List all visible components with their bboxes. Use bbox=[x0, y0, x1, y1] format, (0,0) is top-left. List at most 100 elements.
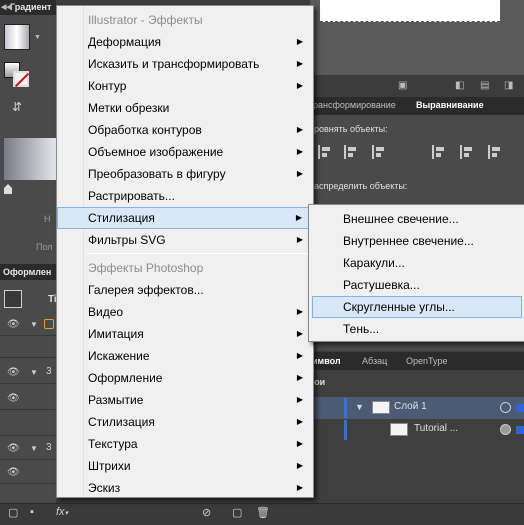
menu-item-photoshop-9[interactable]: Эскиз ▶ bbox=[57, 477, 313, 499]
align-middle-icon[interactable] bbox=[460, 145, 474, 159]
menu-item-illustrator-1[interactable]: Исказить и трансформировать ▶ bbox=[57, 53, 313, 75]
duplicate-icon[interactable]: ▪ bbox=[30, 506, 34, 518]
menu-item-photoshop-1[interactable]: Видео ▶ bbox=[57, 301, 313, 323]
layer-row[interactable]: 👁 ▼ 3 bbox=[0, 438, 56, 460]
eye-icon[interactable]: 👁 bbox=[7, 467, 20, 478]
target-circle-icon[interactable] bbox=[500, 402, 511, 413]
menu-item-photoshop-8[interactable]: Штрихи ▶ bbox=[57, 455, 313, 477]
illustrator-effects-header: Illustrator - Эффекты bbox=[88, 13, 203, 27]
menu-item-illustrator-4[interactable]: Обработка контуров ▶ bbox=[57, 119, 313, 141]
submenu-arrow-icon: ▶ bbox=[296, 417, 303, 426]
expand-triangle-icon[interactable]: ▼ bbox=[30, 368, 38, 377]
gradient-swatch[interactable] bbox=[4, 24, 30, 50]
layer-row[interactable]: 👁 ▼ bbox=[0, 314, 56, 336]
submenu-item-3[interactable]: Растушевка... bbox=[309, 274, 524, 296]
photoshop-effects-header: Эффекты Photoshop bbox=[88, 261, 204, 275]
menu-item-illustrator-8[interactable]: Стилизация ▶ bbox=[57, 207, 313, 229]
panel-icon[interactable]: ◧ bbox=[455, 80, 464, 91]
layer-name[interactable]: Слой 1 bbox=[394, 401, 427, 412]
align-right-icon[interactable] bbox=[372, 145, 386, 159]
submenu-item-1[interactable]: Внутреннее свечение... bbox=[309, 230, 524, 252]
appearance-panel-header[interactable]: Оформлен bbox=[0, 264, 56, 280]
clear-icon[interactable]: ⊘ bbox=[202, 506, 211, 519]
selection-indicator[interactable] bbox=[516, 426, 524, 434]
artboard[interactable] bbox=[320, 0, 500, 22]
eye-icon[interactable]: 👁 bbox=[7, 319, 20, 330]
align-bottom-icon[interactable] bbox=[488, 145, 502, 159]
menu-item-illustrator-3[interactable]: Метки обрезки bbox=[57, 97, 313, 119]
fx-icon[interactable]: fx▾ bbox=[56, 506, 68, 518]
panel-icon[interactable]: ▤ bbox=[480, 80, 489, 91]
expand-triangle-icon[interactable]: ▼ bbox=[355, 402, 364, 412]
layer-thumbnail[interactable] bbox=[4, 290, 22, 308]
selection-indicator[interactable] bbox=[516, 404, 524, 412]
tab-paragraph[interactable]: Абзац bbox=[362, 356, 387, 366]
layer-row[interactable] bbox=[0, 414, 56, 436]
target-circle-icon[interactable] bbox=[500, 424, 511, 435]
menu-item-label: Штрихи bbox=[88, 459, 131, 473]
eye-icon[interactable]: 👁 bbox=[7, 443, 20, 454]
align-top-icon[interactable] bbox=[432, 145, 446, 159]
layer-row[interactable] bbox=[0, 336, 56, 358]
swap-icon[interactable]: ⇵ bbox=[12, 100, 22, 114]
tab-align[interactable]: Выравнивание bbox=[416, 100, 484, 110]
layer-color-bar bbox=[344, 420, 347, 440]
menu-item-photoshop-0[interactable]: Галерея эффектов... bbox=[57, 279, 313, 301]
chevron-down-icon[interactable]: ▼ bbox=[34, 34, 41, 41]
menu-item-photoshop-4[interactable]: Оформление ▶ bbox=[57, 367, 313, 389]
expand-triangle-icon[interactable]: ▼ bbox=[30, 444, 38, 453]
menu-item-photoshop-5[interactable]: Размытие ▶ bbox=[57, 389, 313, 411]
new-layer-icon[interactable]: ▢ bbox=[8, 506, 18, 519]
menu-item-label: Исказить и трансформировать bbox=[88, 57, 260, 71]
submenu-item-0[interactable]: Внешнее свечение... bbox=[309, 208, 524, 230]
menu-item-label: Объемное изображение bbox=[88, 145, 224, 159]
menu-item-label: Контур bbox=[88, 79, 127, 93]
menu-item-label: Размытие bbox=[88, 393, 144, 407]
panel-icon[interactable]: ▣ bbox=[398, 80, 407, 91]
stroke-none-swatch[interactable] bbox=[13, 71, 29, 87]
layer-row[interactable]: 👁 bbox=[0, 462, 56, 484]
new-item-icon[interactable]: ▢ bbox=[232, 506, 242, 519]
menu-item-illustrator-2[interactable]: Контур ▶ bbox=[57, 75, 313, 97]
trash-icon[interactable]: 🗑 bbox=[256, 506, 270, 519]
layer-row[interactable]: 👁 ▼ 3 bbox=[0, 362, 56, 384]
gradient-panel-header[interactable]: ◀◀ Градиент bbox=[0, 0, 56, 15]
menu-item-photoshop-6[interactable]: Стилизация ▶ bbox=[57, 411, 313, 433]
menu-item-illustrator-6[interactable]: Преобразовать в фигуру ▶ bbox=[57, 163, 313, 185]
layer-row[interactable]: 👁 bbox=[0, 388, 56, 410]
submenu-item-4[interactable]: Скругленные углы... bbox=[312, 296, 522, 318]
menu-item-illustrator-0[interactable]: Деформация ▶ bbox=[57, 31, 313, 53]
align-left-icon[interactable] bbox=[318, 145, 332, 159]
collapse-icon[interactable]: ◀◀ bbox=[1, 0, 12, 15]
expand-triangle-icon[interactable]: ▼ bbox=[30, 320, 38, 329]
layer-row-tutorial[interactable]: Tutorial ... bbox=[310, 419, 524, 441]
tab-opentype[interactable]: OpenType bbox=[406, 356, 448, 366]
menu-item-photoshop-2[interactable]: Имитация ▶ bbox=[57, 323, 313, 345]
panel-icon[interactable]: ◨ bbox=[504, 80, 513, 91]
tab-transform[interactable]: рансформирование bbox=[313, 100, 396, 110]
menu-item-illustrator-9[interactable]: Фильтры SVG ▶ bbox=[57, 229, 313, 251]
menu-item-photoshop-7[interactable]: Текстура ▶ bbox=[57, 433, 313, 455]
layer-index-label: 3 bbox=[46, 442, 52, 453]
submenu-arrow-icon: ▶ bbox=[296, 461, 303, 470]
menu-item-label: Стилизация bbox=[88, 211, 155, 225]
menu-item-label: Фильтры SVG bbox=[88, 233, 166, 247]
eye-icon[interactable]: 👁 bbox=[7, 393, 20, 404]
appearance-panel-title: Оформлен bbox=[3, 267, 52, 277]
tab-character[interactable]: имвол bbox=[312, 356, 341, 366]
fx-label: fx bbox=[56, 506, 65, 518]
menu-item-photoshop-3[interactable]: Искажение ▶ bbox=[57, 345, 313, 367]
layer-color-bar bbox=[344, 398, 347, 418]
gradient-slider[interactable] bbox=[4, 138, 56, 180]
submenu-item-2[interactable]: Каракули... bbox=[309, 252, 524, 274]
menu-item-illustrator-5[interactable]: Объемное изображение ▶ bbox=[57, 141, 313, 163]
align-center-icon[interactable] bbox=[344, 145, 358, 159]
submenu-arrow-icon: ▶ bbox=[296, 483, 303, 492]
submenu-arrow-icon: ▶ bbox=[296, 169, 303, 178]
layer-row-layer1[interactable]: ▼ Слой 1 bbox=[310, 397, 524, 419]
menu-item-illustrator-7[interactable]: Растрировать... bbox=[57, 185, 313, 207]
eye-icon[interactable]: 👁 bbox=[7, 367, 20, 378]
sublayer-name[interactable]: Tutorial ... bbox=[414, 423, 458, 434]
target-icon[interactable] bbox=[44, 319, 54, 329]
submenu-item-5[interactable]: Тень... bbox=[309, 318, 524, 340]
